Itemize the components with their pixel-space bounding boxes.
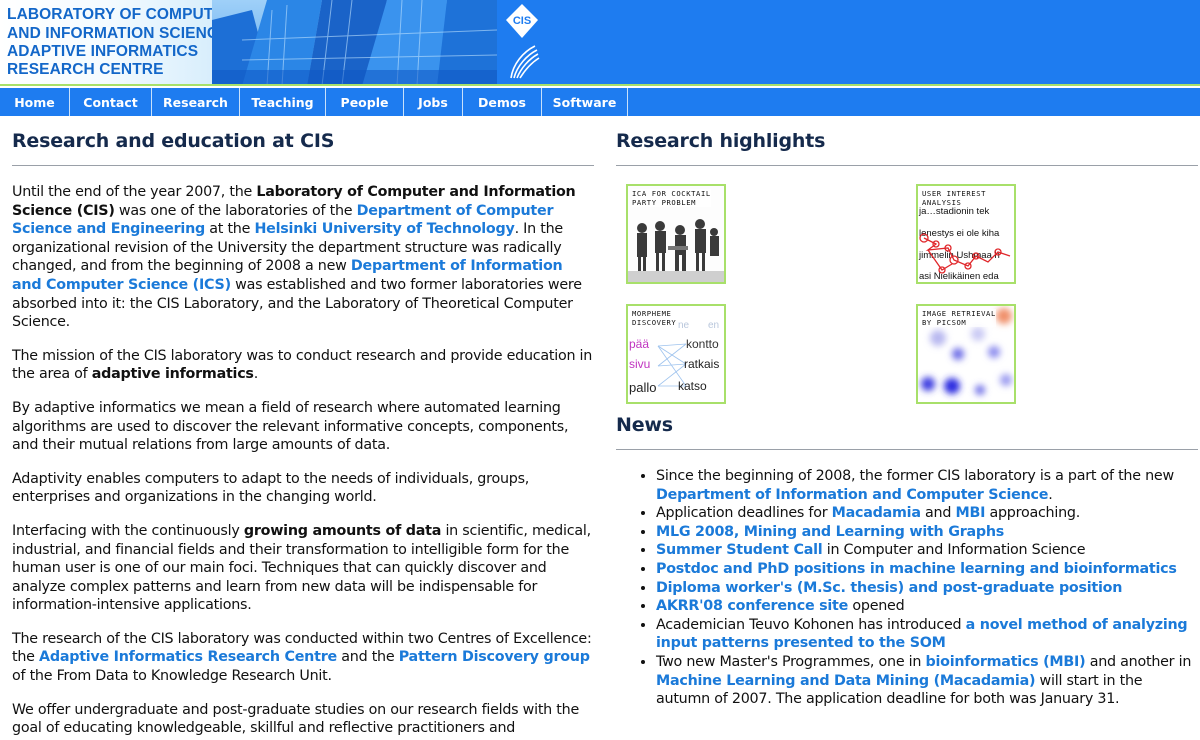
news-item: AKRR'08 conference site opened [656,597,1198,616]
news-link[interactable]: Machine Learning and Data Mining (Macada… [656,673,1036,689]
interfacing-paragraph: Interfacing with the continuously growin… [12,522,594,615]
highlights-title: Research highlights [616,130,1198,166]
highlights-grid: ICA FOR COCKTAIL PARTY PROBLEM USER INTE… [616,166,1198,414]
logo-line-2: AND INFORMATION SCIENCE [7,25,229,42]
news-link[interactable]: Department of Information and Computer S… [656,487,1048,503]
text: opened [848,598,905,615]
text: Since the beginning of 2008, the former … [656,468,1174,484]
news-item: Application deadlines for Macadamia and … [656,504,1198,523]
link-airc[interactable]: Adaptive Informatics Research Centre [39,649,337,665]
sidebar: Research highlights ICA FOR COCKTAIL PAR… [616,116,1198,709]
text: Application deadlines for [656,505,832,522]
highlight-picsom[interactable]: IMAGE RETRIEVAL BY PICSOM [916,304,1016,404]
page-title: Research and education at CIS [12,130,594,166]
mission-paragraph: The mission of the CIS laboratory was to… [12,347,594,384]
text: and another in [1085,653,1192,670]
news-link[interactable]: Postdoc and PhD positions in machine lea… [656,561,1177,577]
highlight-user-interest[interactable]: USER INTEREST ANALYSIS ja…stadionin tek … [916,184,1016,284]
building-photo [212,0,497,86]
news-item: Postdoc and PhD positions in machine lea… [656,560,1198,579]
text: Interfacing with the continuously [12,522,244,539]
news-item: Since the beginning of 2008, the former … [656,467,1198,504]
text: Two new Master's Programmes, one in [656,653,926,670]
bold-text: adaptive informatics [91,366,254,383]
news-item: Diploma worker's (M.Sc. thesis) and post… [656,579,1198,598]
text: and [920,505,956,522]
sample-word: pallo [629,380,656,395]
studies-paragraph: We offer undergraduate and post-graduate… [12,701,579,737]
main-nav: Home Contact Research Teaching People Jo… [0,88,1200,116]
text: approaching. [985,505,1081,522]
logo-line-4: RESEARCH CENTRE [7,61,164,78]
news-link[interactable]: Summer Student Call [656,542,823,558]
adaptivity-paragraph: Adaptivity enables computers to adapt to… [12,470,530,506]
text: was one of the laboratories of the [114,202,357,219]
nav-teaching[interactable]: Teaching [240,88,326,116]
nav-people[interactable]: People [326,88,404,116]
definition-paragraph: By adaptive informatics we mean a field … [12,399,569,454]
news-item: Two new Master's Programmes, one in bioi… [656,653,1198,709]
text: of the From Data to Knowledge Research U… [12,668,332,685]
link-pattern-discovery[interactable]: Pattern Discovery group [399,649,590,665]
news-link[interactable]: Diploma worker's (M.Sc. thesis) and post… [656,580,1122,596]
news-link[interactable]: Macadamia [832,505,921,521]
nav-demos[interactable]: Demos [463,88,542,116]
sample-word: jimmelin Ushmaa h [918,250,1000,261]
highlight-caption: IMAGE RETRIEVAL BY PICSOM [922,309,996,327]
nav-software[interactable]: Software [542,88,628,116]
nav-jobs[interactable]: Jobs [404,88,463,116]
centres-paragraph: The research of the CIS laboratory was c… [12,630,594,686]
text: Academician Teuvo Kohonen has introduced [656,616,966,633]
cis-emblem[interactable]: CIS [497,0,702,86]
news-item: Summer Student Call in Computer and Info… [656,541,1198,560]
news-link[interactable]: MLG 2008, Mining and Learning with Graph… [656,524,1004,540]
highlight-caption: ICA FOR COCKTAIL PARTY PROBLEM [632,189,711,207]
sample-word: kontto [686,337,719,351]
text: . [253,366,259,383]
sample-word: katso [678,379,707,393]
swoosh-icon [510,45,540,79]
main-content: Research and education at CIS Until the … [12,116,594,738]
highlight-caption: MORPHEME DISCOVERY [632,309,677,327]
cis-diamond-icon: CIS [506,4,540,79]
highlight-ica[interactable]: ICA FOR COCKTAIL PARTY PROBLEM [626,184,726,284]
news-link[interactable]: MBI [955,505,985,521]
lab-logo-text[interactable]: LABORATORY OF COMPUTER AND INFORMATION S… [0,0,235,86]
sample-word: ne [678,320,690,331]
news-title: News [616,414,1198,450]
nav-home[interactable]: Home [0,88,70,116]
sample-word: en [708,320,719,331]
logo-line-3: ADAPTIVE INFORMATICS [7,43,199,60]
intro-paragraph: Until the end of the year 2007, the Labo… [12,183,594,332]
emblem-label: CIS [513,15,531,27]
link-hut[interactable]: Helsinki University of Technology [254,221,514,237]
highlight-caption: USER INTEREST ANALYSIS [922,189,987,207]
sample-word: sivu [629,357,650,371]
logo-line-1: LABORATORY OF COMPUTER [7,6,236,23]
text: in Computer and Information Science [822,542,1086,559]
text: Until the end of the year 2007, the [12,184,257,200]
text: and the [336,649,399,666]
news-item: Academician Teuvo Kohonen has introduced… [656,616,1198,653]
text: . [1048,486,1053,503]
highlight-morpheme[interactable]: MORPHEME DISCOVERY ne en pää kontto sivu… [626,304,726,404]
site-header: LABORATORY OF COMPUTER AND INFORMATION S… [0,0,1200,86]
news-item: MLG 2008, Mining and Learning with Graph… [656,523,1198,542]
sample-word: asi Nielikäinen eda [919,271,999,282]
header-accent-line [0,84,1200,86]
sample-word: pää [629,337,649,351]
news-list: Since the beginning of 2008, the former … [616,467,1198,709]
sample-word: ja…stadionin tek [918,206,989,217]
sample-word: ratkais [684,357,719,371]
sample-word: lenestys ei ole kiha [919,228,1000,239]
text: at the [205,221,255,238]
nav-research[interactable]: Research [152,88,240,116]
news-link[interactable]: bioinformatics (MBI) [926,654,1086,670]
nav-contact[interactable]: Contact [70,88,152,116]
bold-text: growing amounts of data [243,522,442,539]
news-link[interactable]: AKRR'08 conference site [656,598,848,614]
